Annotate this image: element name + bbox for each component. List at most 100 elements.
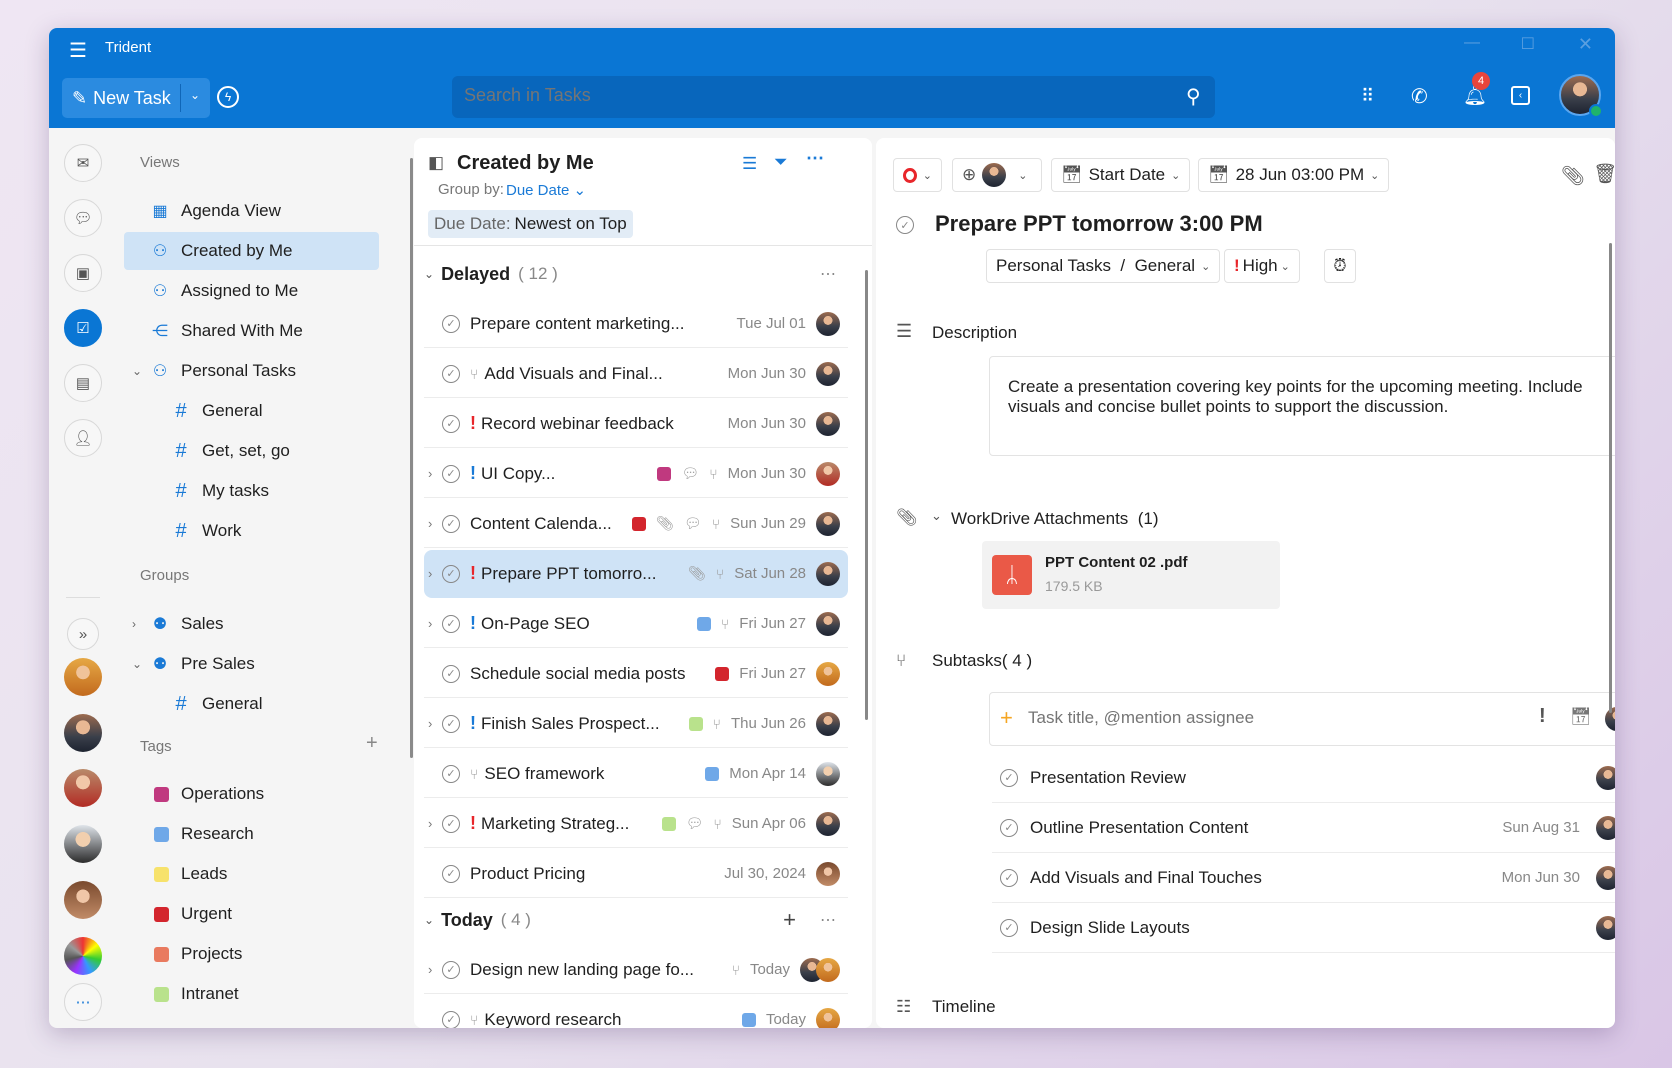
- close-window-button[interactable]: ✕: [1578, 34, 1593, 55]
- add-tag-icon[interactable]: +: [366, 732, 378, 755]
- nav-item-channel[interactable]: # Work: [124, 512, 379, 550]
- add-task-icon[interactable]: +: [783, 907, 796, 933]
- chevron-right-icon[interactable]: ›: [428, 962, 432, 977]
- chevron-down-icon[interactable]: ⌄: [424, 267, 434, 281]
- chevron-right-icon[interactable]: ›: [428, 566, 432, 581]
- start-date-dropdown[interactable]: 📅︎ Start Date ⌄: [1051, 158, 1191, 192]
- calendar-clock-icon[interactable]: 📅︎: [1570, 707, 1592, 727]
- task-row[interactable]: › ✓! Prepare PPT tomorro... 📎︎ ⑂ Sat Jun 28: [424, 550, 848, 598]
- subtask-row[interactable]: ✓ Add Visuals and Final Touches Mon Jun 30: [992, 853, 1615, 903]
- complete-task-checkbox[interactable]: ✓: [896, 216, 914, 234]
- task-checkbox[interactable]: ✓: [442, 614, 460, 633]
- subtask-row[interactable]: ✓ Design Slide Layouts: [992, 903, 1615, 953]
- task-checkbox[interactable]: ✓: [442, 564, 460, 583]
- contact-avatar[interactable]: [64, 881, 102, 919]
- new-task-dropdown[interactable]: ⌄: [190, 88, 200, 102]
- chevron-right-icon[interactable]: ›: [428, 616, 432, 631]
- collapse-panel-icon[interactable]: ◧: [428, 153, 444, 173]
- chevron-right-icon[interactable]: ›: [428, 816, 432, 831]
- group-more-icon[interactable]: ⋯: [820, 264, 836, 284]
- subtask-checkbox[interactable]: ✓: [1000, 768, 1018, 787]
- chevron-right-icon[interactable]: ›: [132, 617, 136, 631]
- contacts-icon[interactable]: 👤︎: [64, 419, 102, 457]
- chat-icon[interactable]: 💬︎: [64, 199, 102, 237]
- filter-icon[interactable]: ⏷: [774, 152, 788, 172]
- notes-icon[interactable]: ▤: [64, 364, 102, 402]
- subtask-row[interactable]: ✓ Presentation Review: [992, 753, 1615, 803]
- new-task-button[interactable]: ✎ New Task ⌄: [62, 78, 210, 118]
- nav-item-channel[interactable]: # General: [124, 685, 379, 723]
- task-row[interactable]: ✓ Schedule social media posts Fri Jun 27: [424, 650, 848, 698]
- task-checkbox[interactable]: ✓: [442, 1010, 460, 1028]
- subtask-checkbox[interactable]: ✓: [1000, 868, 1018, 887]
- attachments-collapse-icon[interactable]: ⌄: [931, 508, 942, 524]
- chevron-right-icon[interactable]: ›: [428, 716, 432, 731]
- attach-icon[interactable]: 📎︎: [1561, 164, 1585, 188]
- nav-item-agenda-view[interactable]: ▦ Agenda View: [124, 192, 379, 230]
- nav-tag[interactable]: Intranet: [124, 975, 379, 1013]
- chevron-right-icon[interactable]: ›: [428, 466, 432, 481]
- task-checkbox[interactable]: ✓: [442, 664, 460, 683]
- subtask-checkbox[interactable]: ✓: [1000, 818, 1018, 837]
- nav-tag[interactable]: Urgent: [124, 895, 379, 933]
- task-row[interactable]: › ✓! UI Copy... 💬︎ ⑂ Mon Jun 30: [424, 450, 848, 498]
- more-options-icon[interactable]: ⋯: [806, 148, 824, 169]
- nav-group[interactable]: › ⚉ Sales: [124, 605, 379, 643]
- nav-tag[interactable]: Leads: [124, 855, 379, 893]
- group-header[interactable]: ⌄ Today ( 4 ) + ⋯: [424, 902, 848, 938]
- task-row[interactable]: ✓ ⑂ Add Visuals and Final... Mon Jun 30: [424, 350, 848, 398]
- chevron-down-icon[interactable]: ⌄: [132, 657, 142, 671]
- assignee-dropdown[interactable]: ⊕ ⌄: [952, 158, 1042, 192]
- subtask-input[interactable]: [1028, 708, 1508, 728]
- search-input[interactable]: [464, 85, 1144, 106]
- maximize-button[interactable]: ☐: [1521, 34, 1535, 54]
- task-row[interactable]: › ✓! On-Page SEO ⑂ Fri Jun 27: [424, 600, 848, 648]
- contact-avatar[interactable]: [64, 769, 102, 807]
- project-dropdown[interactable]: Personal Tasks / General ⌄: [986, 249, 1221, 283]
- nav-scrollbar[interactable]: [410, 158, 413, 758]
- task-row[interactable]: › ✓ Design new landing page fo... ⑂ Today: [424, 946, 848, 994]
- nav-item-assigned-to-me[interactable]: ⚇ Assigned to Me: [124, 272, 379, 310]
- task-checkbox[interactable]: ✓: [442, 364, 460, 383]
- task-row[interactable]: › ✓! Marketing Strateg... 💬︎ ⑂ Sun Apr 06: [424, 800, 848, 848]
- task-row[interactable]: ✓! Record webinar feedback Mon Jun 30: [424, 400, 848, 448]
- expand-rail-icon[interactable]: »: [67, 618, 99, 650]
- nav-tag[interactable]: Projects: [124, 935, 379, 973]
- task-checkbox[interactable]: ✓: [442, 464, 460, 483]
- task-checkbox[interactable]: ✓: [442, 960, 460, 979]
- attachment-card[interactable]: ᛦ PPT Content 02 .pdf 179.5 KB: [982, 541, 1280, 609]
- due-date-dropdown[interactable]: 📅︎ 28 Jun 03:00 PM ⌄: [1198, 158, 1390, 192]
- chevron-down-icon[interactable]: ⌄: [424, 913, 434, 927]
- task-checkbox[interactable]: ✓: [442, 314, 460, 333]
- nav-item-channel[interactable]: # Get, set, go: [124, 432, 379, 470]
- detail-scrollbar[interactable]: [1609, 243, 1612, 713]
- task-row[interactable]: › ✓! Finish Sales Prospect... ⑂ Thu Jun 26: [424, 700, 848, 748]
- menu-icon[interactable]: ☰: [69, 38, 87, 63]
- priority-dropdown[interactable]: ! High ⌄: [1224, 249, 1300, 283]
- contact-avatar[interactable]: [64, 714, 102, 752]
- task-row[interactable]: ✓ ⑂ SEO framework Mon Apr 14: [424, 750, 848, 798]
- list-scrollbar[interactable]: [865, 270, 868, 720]
- nav-item-shared-with-me[interactable]: ⋲ Shared With Me: [124, 312, 379, 350]
- task-checkbox[interactable]: ✓: [442, 414, 460, 433]
- delete-icon[interactable]: 🗑︎: [1593, 162, 1615, 186]
- inbox-icon[interactable]: ▣: [64, 254, 102, 292]
- description-field[interactable]: Create a presentation covering key point…: [989, 356, 1615, 456]
- group-more-icon[interactable]: ⋯: [820, 910, 836, 930]
- lightning-icon[interactable]: ϟ: [217, 86, 239, 108]
- panel-toggle-icon[interactable]: ‹: [1511, 86, 1530, 105]
- status-dropdown[interactable]: ⌄: [893, 158, 942, 192]
- group-by-dropdown[interactable]: Due Date ⌄: [506, 181, 586, 199]
- search-bar[interactable]: ⚲: [452, 76, 1215, 118]
- contact-avatar[interactable]: [64, 825, 102, 863]
- task-row[interactable]: › ✓ Content Calenda... 📎︎ 💬︎ ⑂ Sun Jun 29: [424, 500, 848, 548]
- dialpad-icon[interactable]: ⠿: [1361, 86, 1374, 107]
- nav-item-created-by-me[interactable]: ⚇ Created by Me: [124, 232, 379, 270]
- tasks-icon[interactable]: ☑: [64, 309, 102, 347]
- nav-item-channel[interactable]: # General: [124, 392, 379, 430]
- task-checkbox[interactable]: ✓: [442, 864, 460, 883]
- chevron-down-icon[interactable]: ⌄: [132, 364, 142, 378]
- priority-icon[interactable]: !: [1539, 705, 1546, 728]
- task-checkbox[interactable]: ✓: [442, 814, 460, 833]
- nav-tag[interactable]: Operations: [124, 775, 379, 813]
